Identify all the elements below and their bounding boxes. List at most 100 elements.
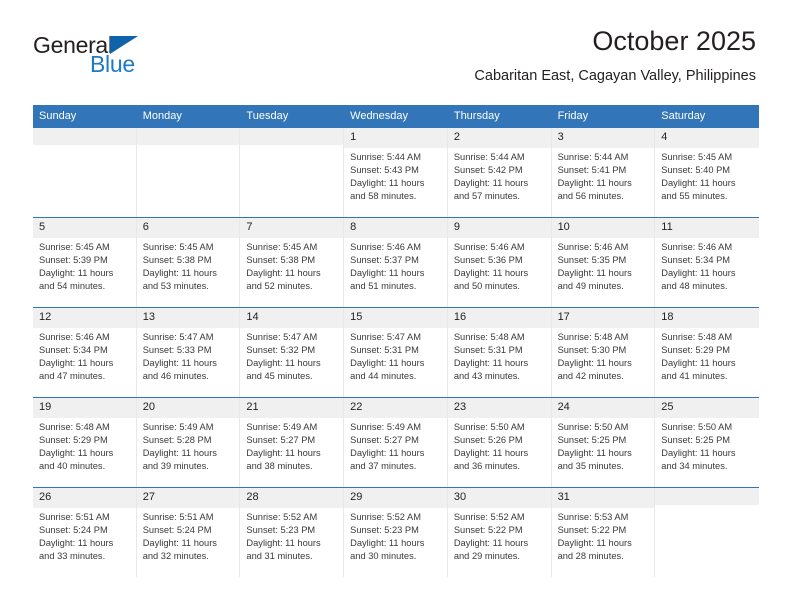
day-sun-info bbox=[655, 505, 759, 508]
day-info-line: Sunrise: 5:46 AM bbox=[39, 331, 110, 342]
day-sun-info: Sunrise: 5:48 AM Sunset: 5:30 PM Daylight:… bbox=[552, 328, 655, 383]
day-info-line: Daylight: 11 hours bbox=[453, 358, 529, 369]
day-number: 19 bbox=[33, 398, 136, 418]
day-sun-info: Sunrise: 5:51 AM Sunset: 5:24 PM Daylight:… bbox=[33, 508, 136, 563]
day-number: 24 bbox=[551, 398, 655, 418]
day-info-line: Sunset: 5:26 PM bbox=[453, 434, 523, 445]
day-info-line: Sunrise: 5:45 AM bbox=[39, 241, 110, 252]
day-cell[interactable]: 14 Sunrise: 5:47 AM Sunset: 5:32 PM Dayligh… bbox=[240, 308, 345, 398]
day-number: 22 bbox=[344, 398, 447, 418]
day-cell[interactable]: 16 Sunrise: 5:48 AM Sunset: 5:31 PM Dayligh… bbox=[447, 308, 552, 398]
day-cell[interactable]: 20 Sunrise: 5:49 AM Sunset: 5:28 PM Dayligh… bbox=[136, 398, 241, 488]
day-sun-info: Sunrise: 5:44 AM Sunset: 5:41 PM Daylight:… bbox=[552, 148, 655, 203]
day-sun-info: Sunrise: 5:49 AM Sunset: 5:28 PM Daylight:… bbox=[137, 418, 240, 473]
day-cell[interactable]: 30 Sunrise: 5:52 AM Sunset: 5:22 PM Dayligh… bbox=[447, 488, 552, 578]
day-info-line: and 40 minutes. bbox=[39, 461, 106, 472]
day-info-line: Sunrise: 5:48 AM bbox=[453, 331, 525, 342]
day-info-line: and 58 minutes. bbox=[350, 191, 417, 202]
weekday-header-wednesday: Wednesday bbox=[350, 110, 409, 122]
week-row: 12 Sunrise: 5:46 AM Sunset: 5:34 PM Dayligh… bbox=[33, 307, 759, 398]
day-sun-info: Sunrise: 5:51 AM Sunset: 5:24 PM Daylight:… bbox=[137, 508, 240, 563]
weekday-header-thursday: Thursday bbox=[453, 110, 500, 122]
day-info-line: Sunset: 5:32 PM bbox=[246, 344, 316, 355]
day-cell[interactable]: 31 Sunrise: 5:53 AM Sunset: 5:22 PM Dayligh… bbox=[551, 488, 656, 578]
day-info-line: Sunset: 5:25 PM bbox=[661, 434, 731, 445]
day-info-line: Sunset: 5:34 PM bbox=[39, 344, 108, 355]
day-info-line: and 53 minutes. bbox=[142, 281, 209, 292]
day-sun-info: Sunrise: 5:50 AM Sunset: 5:26 PM Daylight:… bbox=[448, 418, 551, 473]
day-info-line: Sunset: 5:25 PM bbox=[557, 434, 627, 445]
day-cell[interactable]: 29 Sunrise: 5:52 AM Sunset: 5:23 PM Dayligh… bbox=[344, 488, 448, 578]
day-sun-info bbox=[33, 145, 136, 148]
day-number: 5 bbox=[33, 218, 136, 238]
day-info-line: Daylight: 11 hours bbox=[350, 538, 425, 549]
day-cell-empty bbox=[136, 128, 241, 218]
day-cell[interactable]: 19 Sunrise: 5:48 AM Sunset: 5:29 PM Dayligh… bbox=[33, 398, 137, 488]
day-info-line: Sunrise: 5:49 AM bbox=[246, 421, 318, 432]
day-cell[interactable]: 12 Sunrise: 5:46 AM Sunset: 5:34 PM Dayligh… bbox=[33, 308, 137, 398]
day-info-line: Daylight: 11 hours bbox=[39, 268, 114, 279]
day-cell[interactable]: 28 Sunrise: 5:52 AM Sunset: 5:23 PM Dayligh… bbox=[240, 488, 345, 578]
day-cell[interactable]: 17 Sunrise: 5:48 AM Sunset: 5:30 PM Dayligh… bbox=[551, 308, 656, 398]
day-cell[interactable]: 9 Sunrise: 5:46 AM Sunset: 5:36 PM Daylight… bbox=[447, 218, 552, 308]
day-info-line: Sunset: 5:22 PM bbox=[453, 524, 523, 535]
day-cell[interactable]: 1 Sunrise: 5:44 AM Sunset: 5:43 PM Daylight… bbox=[344, 128, 448, 218]
day-info-line: Daylight: 11 hours bbox=[453, 268, 529, 279]
day-cell[interactable]: 11 Sunrise: 5:46 AM Sunset: 5:34 PM Dayligh… bbox=[655, 218, 759, 308]
day-info-line: Sunset: 5:36 PM bbox=[453, 254, 523, 265]
day-cell[interactable]: 27 Sunrise: 5:51 AM Sunset: 5:24 PM Dayligh… bbox=[136, 488, 241, 578]
day-info-line: Sunset: 5:40 PM bbox=[661, 164, 731, 175]
day-sun-info: Sunrise: 5:48 AM Sunset: 5:29 PM Daylight:… bbox=[655, 328, 759, 383]
day-info-line: Sunrise: 5:46 AM bbox=[661, 241, 733, 252]
day-cell[interactable]: 6 Sunrise: 5:45 AM Sunset: 5:38 PM Daylight… bbox=[136, 218, 241, 308]
day-info-line: and 45 minutes. bbox=[246, 371, 313, 382]
day-info-line: Sunrise: 5:47 AM bbox=[142, 331, 214, 342]
day-info-line: Sunrise: 5:47 AM bbox=[246, 331, 318, 342]
weekday-header-monday: Monday bbox=[142, 110, 182, 122]
day-cell[interactable]: 22 Sunrise: 5:49 AM Sunset: 5:27 PM Dayligh… bbox=[344, 398, 448, 488]
day-number: 15 bbox=[344, 308, 447, 328]
day-info-line: Sunrise: 5:51 AM bbox=[39, 511, 110, 522]
day-info-line: and 32 minutes. bbox=[142, 551, 209, 562]
day-cell[interactable]: 15 Sunrise: 5:47 AM Sunset: 5:31 PM Dayligh… bbox=[344, 308, 448, 398]
day-cell[interactable]: 23 Sunrise: 5:50 AM Sunset: 5:26 PM Dayligh… bbox=[447, 398, 552, 488]
day-cell[interactable]: 13 Sunrise: 5:47 AM Sunset: 5:33 PM Dayligh… bbox=[136, 308, 241, 398]
day-number: 11 bbox=[655, 218, 759, 238]
day-info-line: Sunrise: 5:48 AM bbox=[661, 331, 733, 342]
day-sun-info: Sunrise: 5:45 AM Sunset: 5:38 PM Daylight:… bbox=[137, 238, 240, 293]
day-cell[interactable]: 10 Sunrise: 5:46 AM Sunset: 5:35 PM Dayligh… bbox=[551, 218, 656, 308]
day-cell[interactable]: 18 Sunrise: 5:48 AM Sunset: 5:29 PM Dayligh… bbox=[655, 308, 759, 398]
day-sun-info: Sunrise: 5:50 AM Sunset: 5:25 PM Daylight:… bbox=[552, 418, 655, 473]
day-sun-info: Sunrise: 5:44 AM Sunset: 5:42 PM Daylight:… bbox=[448, 148, 551, 203]
day-info-line: Daylight: 11 hours bbox=[246, 538, 321, 549]
day-sun-info bbox=[137, 145, 240, 148]
day-cell[interactable]: 3 Sunrise: 5:44 AM Sunset: 5:41 PM Daylight… bbox=[551, 128, 656, 218]
day-cell[interactable]: 26 Sunrise: 5:51 AM Sunset: 5:24 PM Dayligh… bbox=[33, 488, 137, 578]
page-header: General Blue October 2025 Cabaritan East… bbox=[0, 0, 792, 85]
day-info-line: Sunrise: 5:50 AM bbox=[453, 421, 525, 432]
day-info-line: Daylight: 11 hours bbox=[350, 268, 425, 279]
day-info-line: Sunset: 5:41 PM bbox=[557, 164, 627, 175]
day-number: 29 bbox=[344, 488, 447, 508]
day-sun-info: Sunrise: 5:44 AM Sunset: 5:43 PM Daylight:… bbox=[344, 148, 447, 203]
day-cell[interactable]: 5 Sunrise: 5:45 AM Sunset: 5:39 PM Daylight… bbox=[33, 218, 137, 308]
day-number bbox=[240, 128, 344, 146]
day-cell[interactable]: 7 Sunrise: 5:45 AM Sunset: 5:38 PM Daylight… bbox=[240, 218, 345, 308]
day-cell[interactable]: 4 Sunrise: 5:45 AM Sunset: 5:40 PM Daylight… bbox=[655, 128, 759, 218]
day-info-line: Sunset: 5:27 PM bbox=[246, 434, 316, 445]
day-cell[interactable]: 2 Sunrise: 5:44 AM Sunset: 5:42 PM Daylight… bbox=[447, 128, 552, 218]
day-sun-info: Sunrise: 5:47 AM Sunset: 5:32 PM Daylight:… bbox=[240, 328, 343, 383]
day-cell[interactable]: 24 Sunrise: 5:50 AM Sunset: 5:25 PM Dayligh… bbox=[551, 398, 656, 488]
day-info-line: Daylight: 11 hours bbox=[350, 178, 425, 189]
day-info-line: Daylight: 11 hours bbox=[246, 358, 321, 369]
day-number bbox=[655, 488, 759, 506]
day-info-line: and 47 minutes. bbox=[39, 371, 106, 382]
day-number: 1 bbox=[344, 128, 447, 148]
day-info-line: and 41 minutes. bbox=[661, 371, 728, 382]
day-number: 9 bbox=[447, 218, 551, 238]
day-cell[interactable]: 21 Sunrise: 5:49 AM Sunset: 5:27 PM Dayligh… bbox=[240, 398, 345, 488]
day-cell[interactable]: 8 Sunrise: 5:46 AM Sunset: 5:37 PM Daylight… bbox=[344, 218, 448, 308]
day-cell[interactable]: 25 Sunrise: 5:50 AM Sunset: 5:25 PM Dayligh… bbox=[655, 398, 759, 488]
day-info-line: Daylight: 11 hours bbox=[453, 448, 529, 459]
day-info-line: and 38 minutes. bbox=[246, 461, 313, 472]
